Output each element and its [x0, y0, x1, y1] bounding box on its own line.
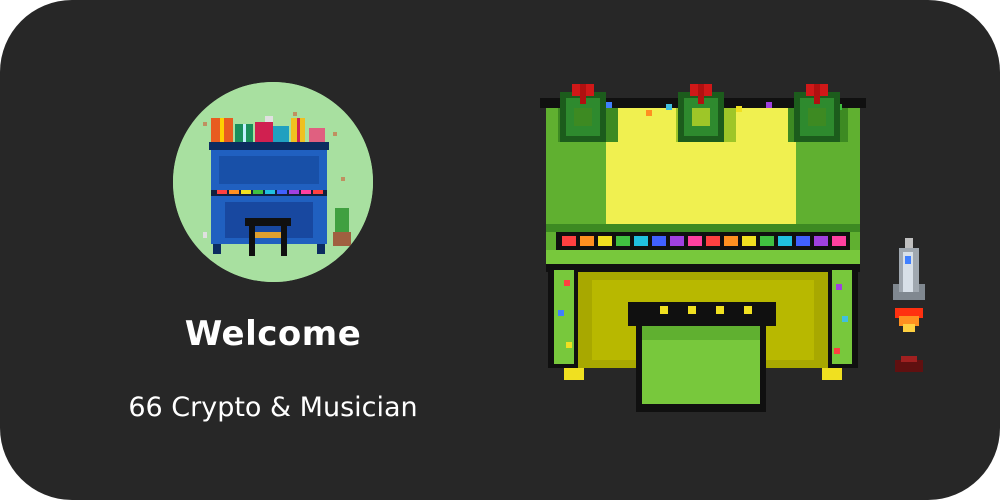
profile-subtitle: 66 Crypto & Musician [128, 392, 418, 423]
profile-avatar [173, 82, 373, 282]
pixel-green-piano-icon [540, 84, 866, 412]
profile-card: Welcome 66 Crypto & Musician [0, 0, 1000, 500]
welcome-title: Welcome [184, 314, 362, 354]
christmas-piano-avatar-icon [173, 82, 373, 282]
pixel-rocket-icon [893, 238, 925, 372]
